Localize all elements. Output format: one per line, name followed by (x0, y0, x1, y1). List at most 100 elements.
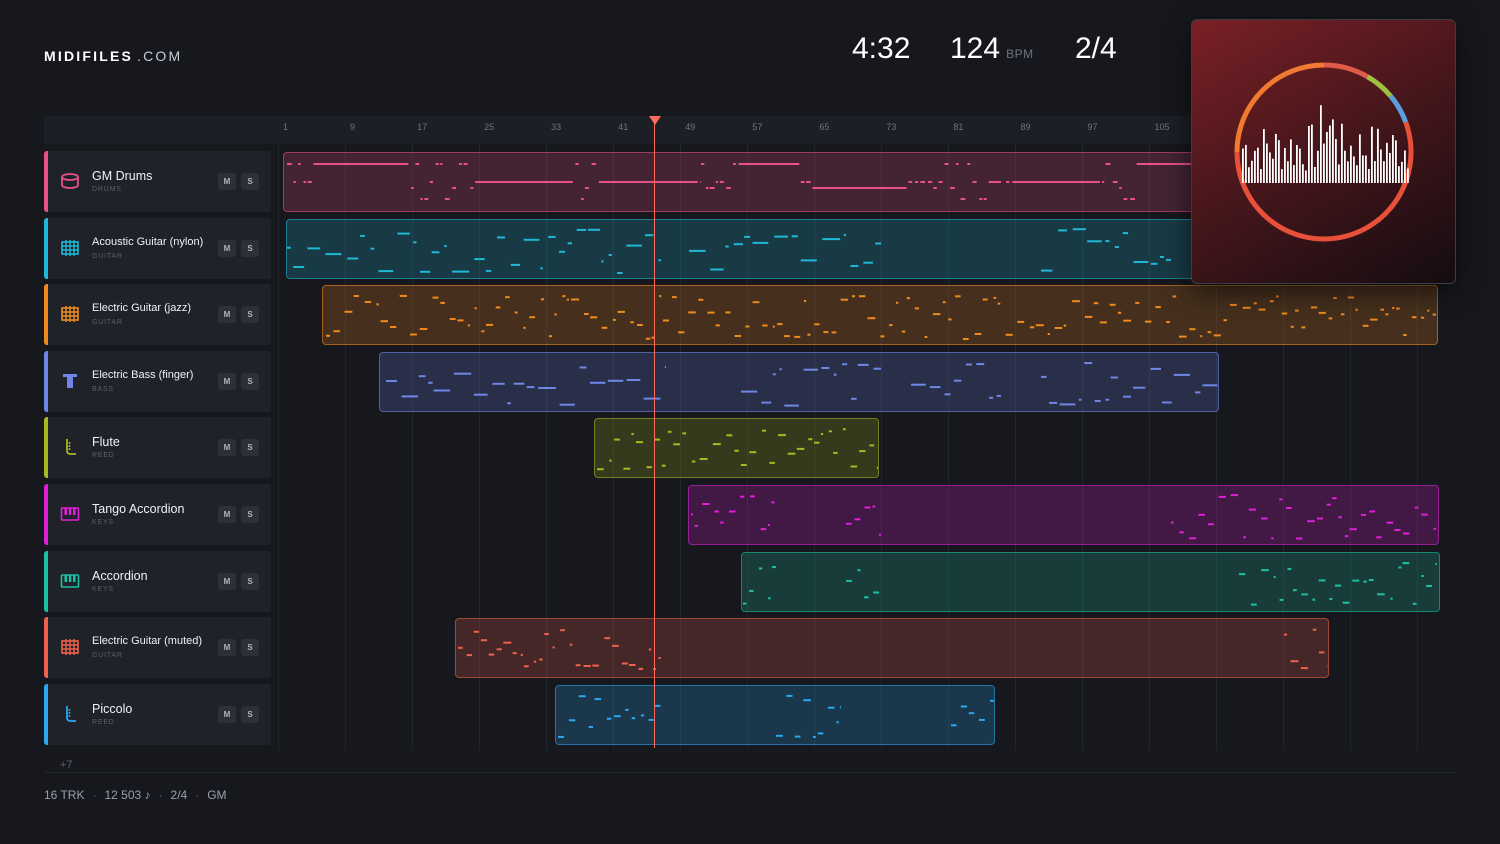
track-header[interactable]: Acoustic Guitar (nylon) GUITAR M S (44, 218, 271, 279)
track-header[interactable]: Tango Accordion KEYS M S (44, 484, 271, 545)
playhead[interactable] (653, 116, 656, 748)
midi-clip[interactable] (455, 618, 1329, 678)
solo-button[interactable]: S (241, 706, 259, 723)
midi-clip[interactable] (688, 485, 1439, 545)
mute-button[interactable]: M (218, 639, 236, 656)
mute-button[interactable]: M (218, 439, 236, 456)
visualizer-bar (1383, 161, 1385, 183)
more-tracks-indicator[interactable]: +7 (60, 759, 73, 771)
midi-clip[interactable] (322, 285, 1438, 345)
solo-button[interactable]: S (241, 573, 259, 590)
midi-clip[interactable] (379, 352, 1219, 412)
solo-button[interactable]: S (241, 506, 259, 523)
midi-note (1006, 181, 1010, 183)
midi-clip[interactable] (594, 418, 879, 478)
track-color-bar (44, 684, 48, 745)
track-header[interactable]: GM Drums DRUMS M S (44, 151, 271, 212)
track-header[interactable]: Electric Guitar (jazz) GUITAR M S (44, 284, 271, 345)
track-header[interactable]: Accordion KEYS M S (44, 551, 271, 612)
midi-note (791, 235, 798, 238)
mute-button[interactable]: M (218, 573, 236, 590)
midi-note (769, 461, 775, 464)
midi-note (944, 163, 949, 165)
logo-domain: .COM (137, 48, 183, 64)
midi-note (470, 187, 474, 189)
midi-note (1123, 395, 1131, 398)
midi-note (559, 403, 575, 406)
tempo-display: 124 BPM (950, 32, 1034, 66)
midi-note (719, 181, 724, 183)
midi-note (1198, 513, 1205, 516)
midi-note (734, 449, 739, 452)
midi-clip[interactable] (741, 552, 1440, 612)
midi-note (1058, 229, 1067, 232)
midi-clip[interactable] (286, 219, 1200, 279)
midi-note (1390, 597, 1393, 600)
midi-note (804, 300, 807, 302)
midi-note (594, 698, 602, 701)
midi-note (1200, 335, 1203, 338)
solo-button[interactable]: S (241, 439, 259, 456)
midi-note (630, 321, 634, 324)
midi-note (424, 198, 429, 200)
solo-button[interactable]: S (241, 173, 259, 190)
midi-note (1420, 316, 1425, 319)
midi-note (376, 303, 379, 306)
midi-note (1403, 532, 1410, 535)
midi-note (673, 443, 680, 446)
track-color-bar (44, 151, 48, 212)
midi-note (726, 434, 733, 437)
midi-note (831, 331, 837, 334)
midi-note (821, 367, 830, 369)
midi-note (833, 451, 838, 454)
midi-note (843, 233, 846, 236)
mute-button[interactable]: M (218, 373, 236, 390)
mute-button[interactable]: M (218, 240, 236, 257)
midi-note (1300, 667, 1308, 670)
midi-note (401, 395, 418, 398)
midi-note (927, 181, 933, 183)
midi-note (1029, 326, 1035, 329)
midi-note (1063, 324, 1067, 327)
track-header[interactable]: Piccolo REED M S (44, 684, 271, 745)
midi-note (1189, 328, 1196, 331)
midi-note (344, 310, 353, 313)
midi-note (625, 708, 629, 711)
visualizer-ring-segment (1388, 94, 1409, 124)
midi-note (558, 735, 564, 738)
solo-button[interactable]: S (241, 306, 259, 323)
midi-note (459, 163, 462, 165)
midi-note (1385, 313, 1389, 316)
note-pattern (691, 494, 1436, 540)
midi-clip[interactable] (555, 685, 995, 745)
midi-note (1377, 593, 1385, 596)
mute-button[interactable]: M (218, 173, 236, 190)
mute-button[interactable]: M (218, 706, 236, 723)
midi-note (1332, 497, 1337, 500)
midi-note (1059, 403, 1076, 406)
ruler-tick: 25 (484, 122, 495, 132)
track-header[interactable]: Flute REED M S (44, 417, 271, 478)
track-header[interactable]: Electric Guitar (muted) GUITAR M S (44, 617, 271, 678)
solo-button[interactable]: S (241, 240, 259, 257)
midi-note (480, 639, 488, 642)
midi-note (1380, 308, 1385, 311)
midi-note (567, 242, 572, 245)
midi-note (485, 269, 492, 272)
midi-note (512, 652, 517, 655)
midi-clip[interactable] (283, 152, 1200, 212)
playhead-handle[interactable] (648, 116, 661, 125)
mute-button[interactable]: M (218, 506, 236, 523)
mute-button[interactable]: M (218, 306, 236, 323)
solo-button[interactable]: S (241, 639, 259, 656)
solo-button[interactable]: S (241, 373, 259, 390)
midi-note (539, 658, 543, 661)
logo[interactable]: MIDIFILES .COM (44, 48, 182, 64)
track-header[interactable]: Electric Bass (finger) BASS M S (44, 351, 271, 412)
midi-note (1369, 510, 1375, 513)
midi-note (710, 268, 724, 271)
midi-note (548, 235, 556, 238)
midi-note (583, 313, 589, 315)
note-pattern (558, 694, 994, 738)
midi-note (1301, 326, 1306, 329)
